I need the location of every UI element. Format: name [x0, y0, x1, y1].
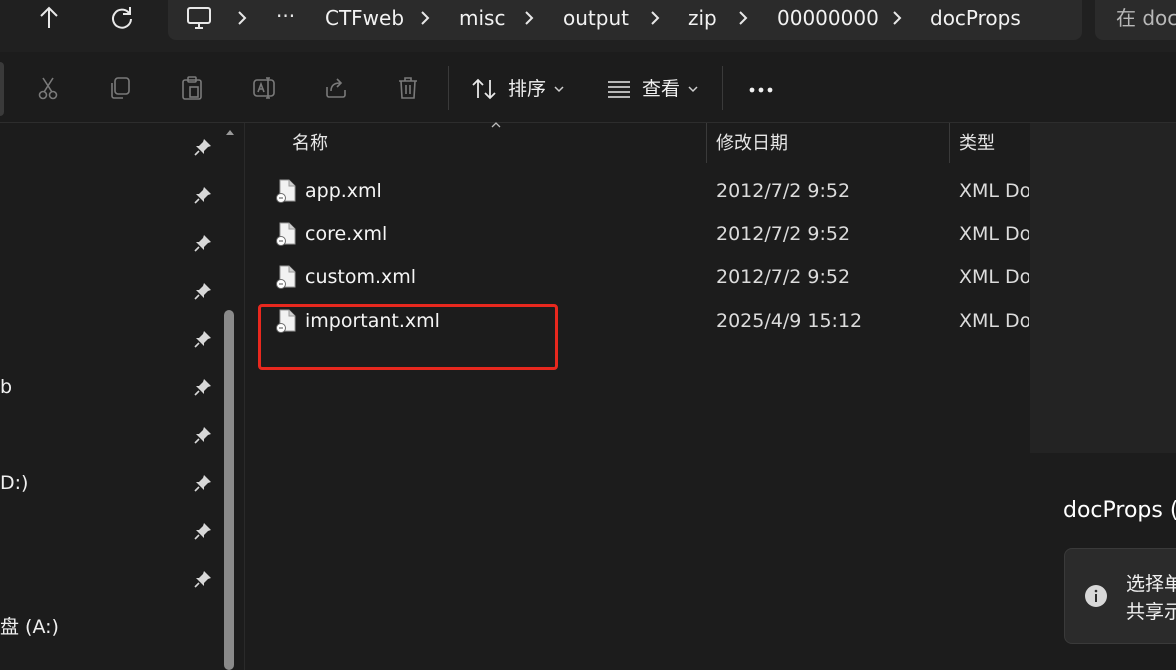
- pin-icon[interactable]: [193, 521, 213, 541]
- scissors-icon: [35, 75, 61, 101]
- copy-button[interactable]: [100, 66, 140, 110]
- breadcrumb-item-00000000[interactable]: 00000000: [777, 4, 879, 32]
- file-name[interactable]: custom.xml: [305, 265, 416, 289]
- file-type: XML Do: [959, 223, 1029, 245]
- breadcrumb-item-misc[interactable]: misc: [459, 4, 505, 32]
- pin-icon[interactable]: [193, 377, 213, 397]
- details-info-text: 共享示: [1126, 601, 1176, 623]
- pin-icon[interactable]: [193, 425, 213, 445]
- sort-icon[interactable]: [470, 76, 498, 102]
- nav-scrollbar-thumb[interactable]: [224, 310, 234, 670]
- share-button[interactable]: [316, 66, 356, 110]
- chevron-right-icon[interactable]: [521, 8, 537, 28]
- column-separator[interactable]: [949, 123, 950, 163]
- chevron-right-icon[interactable]: [735, 8, 751, 28]
- chevron-right-icon[interactable]: [234, 8, 250, 28]
- file-name[interactable]: app.xml: [305, 179, 382, 203]
- file-date: 2012/7/2 9:52: [716, 223, 851, 245]
- scroll-up-arrow-icon[interactable]: [225, 128, 235, 136]
- view-button[interactable]: 查看: [642, 76, 680, 102]
- xml-file-icon: [275, 264, 299, 290]
- refresh-icon[interactable]: [108, 4, 136, 32]
- nav-item-label[interactable]: 盘 (A:): [0, 615, 59, 639]
- pin-icon[interactable]: [193, 329, 213, 349]
- search-placeholder[interactable]: 在 doc: [1116, 4, 1176, 32]
- details-info-text: 选择单: [1126, 573, 1176, 595]
- copy-icon: [107, 75, 133, 101]
- column-header-type[interactable]: 类型: [959, 132, 995, 156]
- breadcrumb-item-zip[interactable]: zip: [688, 4, 717, 32]
- xml-file-icon: [275, 221, 299, 247]
- file-name[interactable]: core.xml: [305, 222, 387, 246]
- pin-icon[interactable]: [193, 281, 213, 301]
- sort-ascending-icon: [490, 120, 502, 128]
- nav-item-label[interactable]: D:): [0, 471, 28, 495]
- file-date: 2012/7/2 9:52: [716, 266, 851, 288]
- column-header-date[interactable]: 修改日期: [716, 132, 788, 156]
- nav-item-label[interactable]: b: [0, 375, 12, 399]
- rename-icon: [251, 75, 277, 101]
- sort-button[interactable]: 排序: [508, 76, 546, 102]
- breadcrumb-item-docprops[interactable]: docProps: [930, 4, 1021, 32]
- breadcrumb-item-ctfweb[interactable]: CTFweb: [325, 4, 404, 32]
- pin-icon[interactable]: [193, 569, 213, 589]
- new-button-edge[interactable]: [0, 62, 4, 116]
- toolbar-divider: [448, 66, 449, 110]
- column-header-name[interactable]: 名称: [292, 132, 328, 156]
- pin-icon[interactable]: [193, 233, 213, 253]
- pin-icon[interactable]: [193, 137, 213, 157]
- file-type: XML Do: [959, 310, 1029, 332]
- file-date: 2025/4/9 15:12: [716, 310, 863, 332]
- chevron-right-icon[interactable]: [889, 8, 905, 28]
- chevron-right-icon[interactable]: [417, 8, 433, 28]
- file-date: 2012/7/2 9:52: [716, 180, 851, 202]
- pin-icon[interactable]: [193, 473, 213, 493]
- annotation-highlight-box: [258, 304, 558, 370]
- preview-area: [1030, 123, 1176, 453]
- pin-icon[interactable]: [193, 185, 213, 205]
- file-type: XML Do: [959, 266, 1029, 288]
- file-type: XML Do: [959, 180, 1029, 202]
- clipboard-icon: [179, 75, 205, 101]
- computer-icon[interactable]: [185, 4, 213, 32]
- breadcrumb-item-output[interactable]: output: [563, 4, 629, 32]
- more-path-icon[interactable]: ···: [276, 4, 295, 28]
- chevron-right-icon[interactable]: [647, 8, 663, 28]
- toolbar-divider: [722, 66, 723, 110]
- details-title: docProps (: [1063, 498, 1176, 523]
- delete-button[interactable]: [388, 66, 428, 110]
- trash-icon: [395, 75, 421, 101]
- view-icon[interactable]: [605, 78, 633, 100]
- share-icon: [323, 75, 349, 101]
- chevron-down-icon[interactable]: [687, 83, 699, 95]
- more-options-icon[interactable]: [748, 80, 776, 100]
- paste-button[interactable]: [172, 66, 212, 110]
- column-separator[interactable]: [706, 123, 707, 163]
- info-icon: [1084, 584, 1108, 608]
- cut-button[interactable]: [28, 66, 68, 110]
- xml-file-icon: [275, 178, 299, 204]
- chevron-down-icon[interactable]: [553, 83, 565, 95]
- rename-button[interactable]: [244, 66, 284, 110]
- up-arrow-icon[interactable]: [36, 4, 62, 32]
